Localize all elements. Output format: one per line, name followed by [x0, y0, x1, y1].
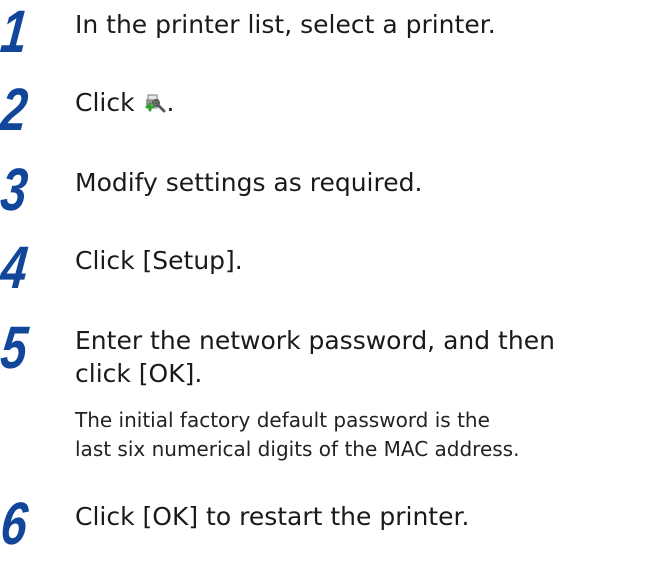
step-note-line-2: last six numerical digits of the MAC add…: [75, 437, 520, 461]
step-text: Click [OK] to restart the printer.: [75, 502, 470, 531]
step-text-before: Click: [75, 88, 143, 117]
step-number: 3: [0, 156, 30, 223]
step-text: Click .: [75, 86, 174, 120]
step-6: 6 Click [OK] to restart the printer.: [0, 490, 670, 558]
printer-settings-icon: [143, 89, 167, 113]
step-text: Click [Setup].: [75, 246, 243, 275]
step-2: 2 Click .: [0, 76, 670, 144]
step-5: 5 Enter the network password, and then c…: [0, 314, 670, 461]
step-1: 1 In the printer list, select a printer.: [0, 0, 670, 66]
step-number: 6: [0, 490, 30, 557]
step-text-line-1: Enter the network password, and then: [75, 326, 555, 355]
step-4: 4 Click [Setup].: [0, 234, 670, 302]
step-text: Modify settings as required.: [75, 168, 423, 197]
step-text: In the printer list, select a printer.: [75, 10, 496, 39]
step-note-line-1: The initial factory default password is …: [75, 408, 490, 432]
step-text-line-2: click [OK].: [75, 359, 203, 388]
step-number: 1: [0, 0, 30, 65]
step-number: 4: [0, 234, 30, 301]
step-text-after: .: [166, 88, 175, 117]
step-3: 3 Modify settings as required.: [0, 156, 670, 224]
step-number: 5: [0, 314, 30, 381]
step-number: 2: [0, 76, 30, 143]
